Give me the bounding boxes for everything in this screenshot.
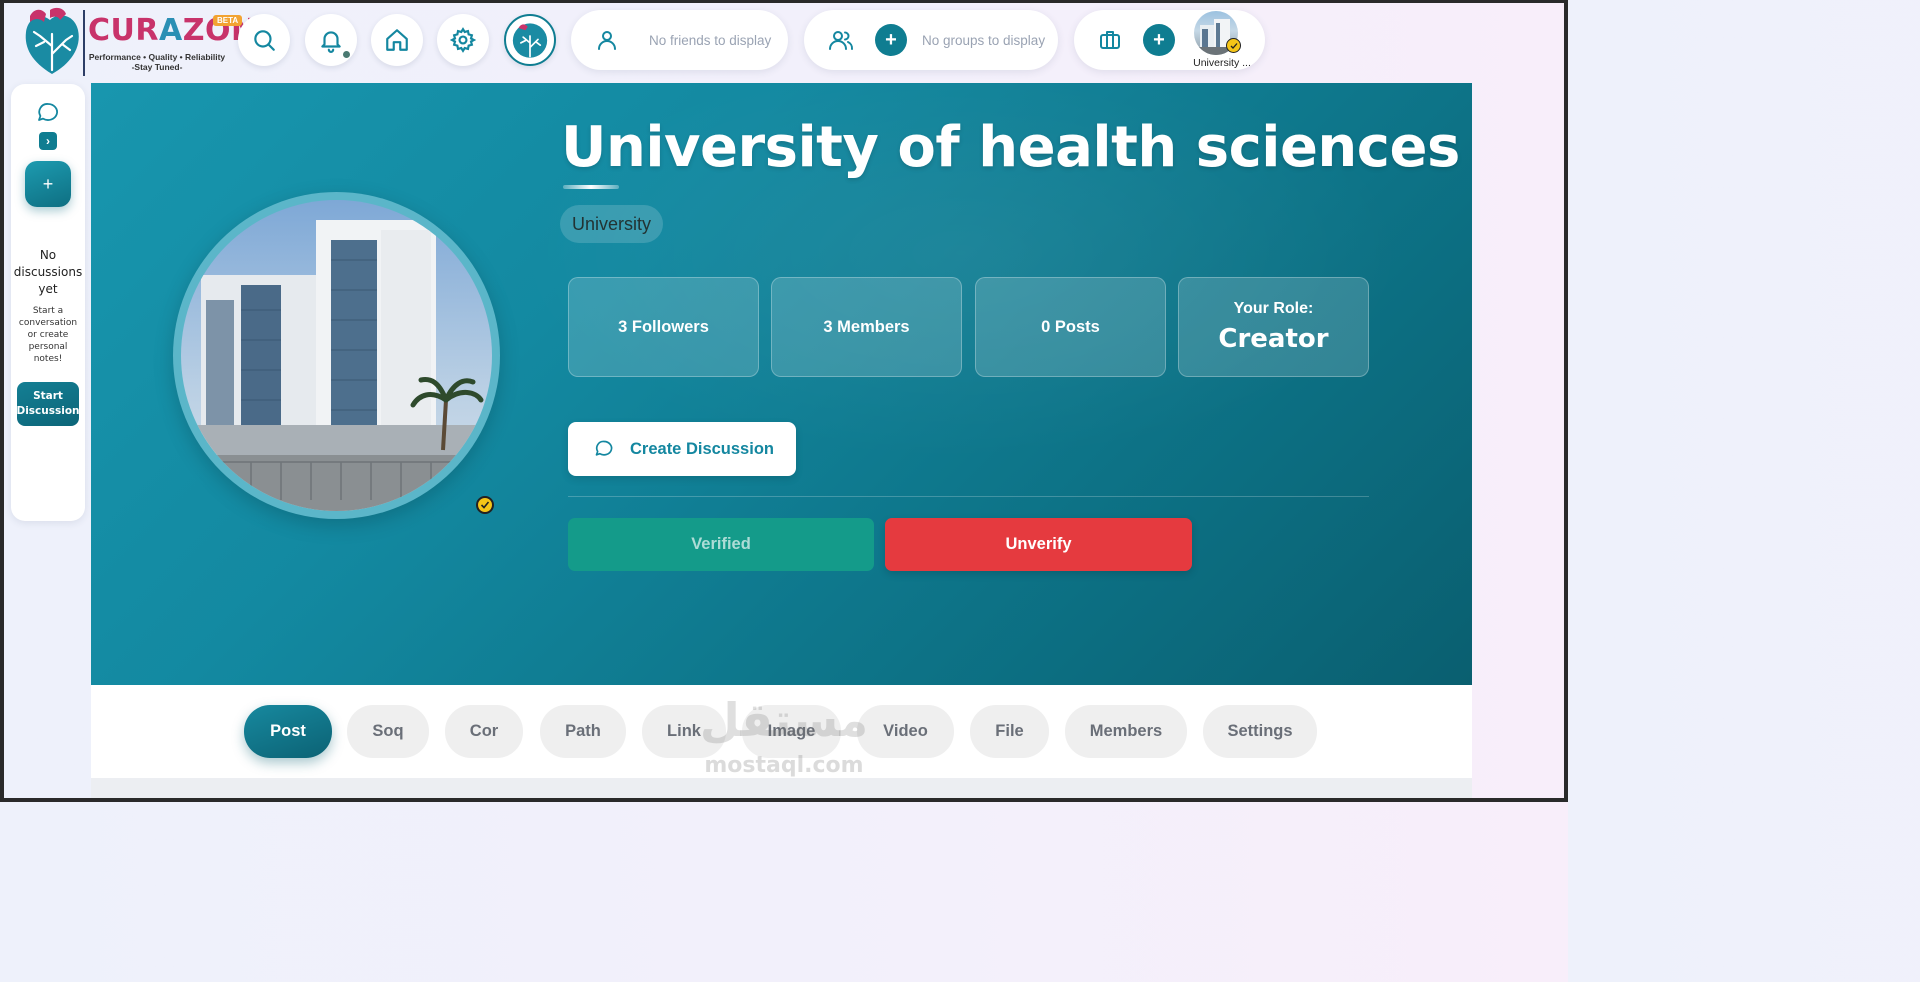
start-discussion-button[interactable]: Start Discussion [16, 382, 80, 426]
followers-stat[interactable]: 3 Followers [568, 277, 759, 377]
hero-divider [568, 496, 1369, 497]
add-group-button[interactable]: + [875, 24, 907, 56]
university-building-image [181, 200, 492, 511]
friends-empty-text: No friends to display [649, 32, 772, 48]
search-button[interactable] [238, 14, 290, 66]
groups-panel[interactable]: + No groups to display [804, 10, 1058, 70]
discussions-sidebar: › + No discussions yet Start a conversat… [11, 84, 85, 521]
empty-discussions-hint: Start a conversation or create personal … [18, 306, 78, 364]
members-stat[interactable]: 3 Members [771, 277, 962, 377]
tab-link[interactable]: Link [642, 705, 726, 758]
tab-file[interactable]: File [970, 705, 1049, 758]
notification-dot [342, 50, 351, 59]
organization-item[interactable]: University ... [1182, 10, 1262, 70]
bell-icon [321, 31, 341, 53]
organization-type-badge: University [560, 205, 664, 243]
home-icon [386, 29, 408, 51]
organization-verified-badge [1226, 38, 1241, 53]
tab-members[interactable]: Members [1065, 705, 1187, 758]
tab-settings[interactable]: Settings [1203, 705, 1317, 758]
verified-status-button: Verified [568, 518, 874, 571]
tab-image[interactable]: Image [742, 705, 841, 758]
page-title: University of health sciences [561, 115, 1460, 180]
profile-avatar[interactable] [181, 200, 492, 511]
logo-divider [83, 10, 85, 76]
new-discussion-button[interactable]: + [25, 161, 71, 207]
role-label: Your Role: [1233, 300, 1314, 317]
settings-button[interactable] [437, 14, 489, 66]
chat-bubble-icon [595, 440, 613, 456]
briefcase-icon [1100, 31, 1120, 49]
verified-badge-icon [476, 496, 494, 514]
tab-cor[interactable]: Cor [445, 705, 523, 758]
brand-tagline: Performance • Quality • Reliability -Sta… [88, 52, 226, 72]
friends-panel[interactable]: No friends to display [571, 10, 788, 70]
search-icon [254, 30, 275, 51]
posts-stat[interactable]: 0 Posts [975, 277, 1166, 377]
create-discussion-button[interactable]: Create Discussion [568, 422, 796, 476]
content-area-top [91, 778, 1472, 802]
profile-hero: University of health sciences University… [91, 83, 1472, 685]
home-button[interactable] [371, 14, 423, 66]
notifications-button[interactable] [305, 14, 357, 66]
heart-logo-icon [25, 7, 79, 75]
title-underline [563, 185, 619, 189]
chat-icon[interactable] [36, 101, 60, 125]
tab-post[interactable]: Post [244, 705, 332, 758]
profile-avatar-ring [173, 192, 500, 519]
role-stat: Your Role: Creator [1178, 277, 1369, 377]
users-icon [829, 31, 853, 50]
expand-sidebar-button[interactable]: › [39, 132, 57, 150]
add-organization-button[interactable]: + [1143, 24, 1175, 56]
organization-label: University ... [1193, 57, 1251, 69]
gear-icon [450, 27, 476, 53]
user-icon [598, 31, 616, 50]
app-logo-icon [512, 23, 548, 58]
tab-soq[interactable]: Soq [347, 705, 429, 758]
role-value: Creator [1218, 324, 1329, 354]
organizations-panel[interactable]: + University ... [1074, 10, 1265, 70]
groups-empty-text: No groups to display [922, 32, 1046, 48]
beta-badge: BETA [213, 15, 243, 26]
unverify-button[interactable]: Unverify [885, 518, 1192, 571]
empty-discussions-title: No discussions yet [13, 248, 83, 296]
create-discussion-label: Create Discussion [630, 439, 774, 458]
app-heart-button[interactable] [504, 14, 556, 66]
tab-video[interactable]: Video [857, 705, 954, 758]
tab-path[interactable]: Path [540, 705, 626, 758]
brand-logo[interactable]: CURAZON BETA Performance • Quality • Rel… [22, 6, 256, 76]
